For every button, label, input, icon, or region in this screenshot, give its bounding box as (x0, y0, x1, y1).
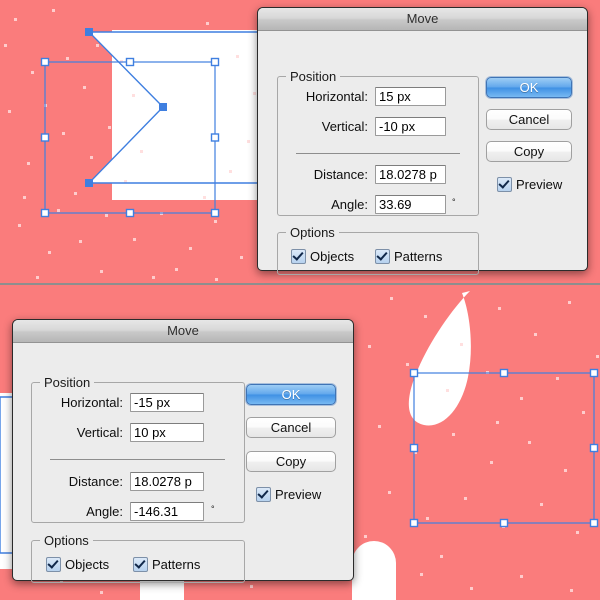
section-separator (296, 153, 460, 154)
checkbox-check-icon (256, 487, 271, 502)
preview-checkbox-label: Preview (275, 487, 322, 502)
dialog-title: Move (406, 11, 439, 26)
preview-checkbox[interactable]: Preview (256, 487, 321, 502)
preview-checkbox-label: Preview (516, 177, 563, 192)
checkbox-check-icon (375, 249, 390, 264)
copy-button[interactable]: Copy (246, 451, 336, 472)
distance-input[interactable] (375, 165, 446, 184)
vertical-input[interactable] (130, 423, 204, 442)
distance-label: Distance: (313, 167, 368, 182)
checkbox-check-icon (291, 249, 306, 264)
dialog-title: Move (167, 323, 199, 338)
objects-checkbox-label: Objects (310, 249, 355, 264)
patterns-checkbox-label: Patterns (152, 557, 201, 572)
horizontal-input[interactable] (130, 393, 204, 412)
position-group-label: Position (290, 69, 337, 84)
checkbox-check-icon (497, 177, 512, 192)
angle-input[interactable] (130, 502, 204, 521)
angle-input[interactable] (375, 195, 446, 214)
horizontal-label: Horizontal: (60, 395, 123, 410)
distance-label: Distance: (68, 474, 123, 489)
distance-input[interactable] (130, 472, 204, 491)
screenshot-root: Move Position Horizontal: Vertical: Dist… (0, 0, 600, 600)
panel-divider (0, 283, 600, 285)
objects-checkbox[interactable]: Objects (46, 557, 109, 572)
position-group-label: Position (44, 375, 91, 390)
cancel-button[interactable]: Cancel (486, 109, 572, 130)
options-group-label: Options (290, 225, 335, 240)
horizontal-input[interactable] (375, 87, 446, 106)
objects-checkbox-label: Objects (65, 557, 110, 572)
move-dialog-bottom[interactable]: Move Position Horizontal: Vertical: Dist… (12, 319, 354, 583)
patterns-checkbox[interactable]: Patterns (375, 249, 442, 264)
dialog-titlebar[interactable]: Move (258, 8, 587, 31)
move-dialog-top[interactable]: Move Position Horizontal: Vertical: Dist… (257, 7, 588, 275)
patterns-checkbox[interactable]: Patterns (133, 557, 200, 572)
horizontal-label: Horizontal: (305, 89, 368, 104)
cancel-button[interactable]: Cancel (246, 417, 336, 438)
vertical-input[interactable] (375, 117, 446, 136)
angle-label: Angle: (331, 197, 368, 212)
angle-label: Angle: (86, 504, 123, 519)
checkbox-check-icon (46, 557, 61, 572)
objects-checkbox[interactable]: Objects (291, 249, 354, 264)
checkbox-check-icon (133, 557, 148, 572)
ok-button[interactable]: OK (246, 384, 336, 405)
vertical-label: Vertical: (76, 425, 123, 440)
degree-symbol: ° (452, 197, 456, 207)
dialog-body: Position Horizontal: Vertical: Distance:… (258, 31, 587, 275)
degree-symbol: ° (211, 504, 215, 514)
patterns-checkbox-label: Patterns (394, 249, 443, 264)
vertical-label: Vertical: (321, 119, 368, 134)
preview-checkbox[interactable]: Preview (497, 177, 562, 192)
ok-button[interactable]: OK (486, 77, 572, 98)
dialog-body: Position Horizontal: Vertical: Distance:… (13, 343, 353, 583)
options-group-label: Options (44, 533, 89, 548)
copy-button[interactable]: Copy (486, 141, 572, 162)
dialog-titlebar[interactable]: Move (13, 320, 353, 343)
section-separator (50, 459, 225, 460)
